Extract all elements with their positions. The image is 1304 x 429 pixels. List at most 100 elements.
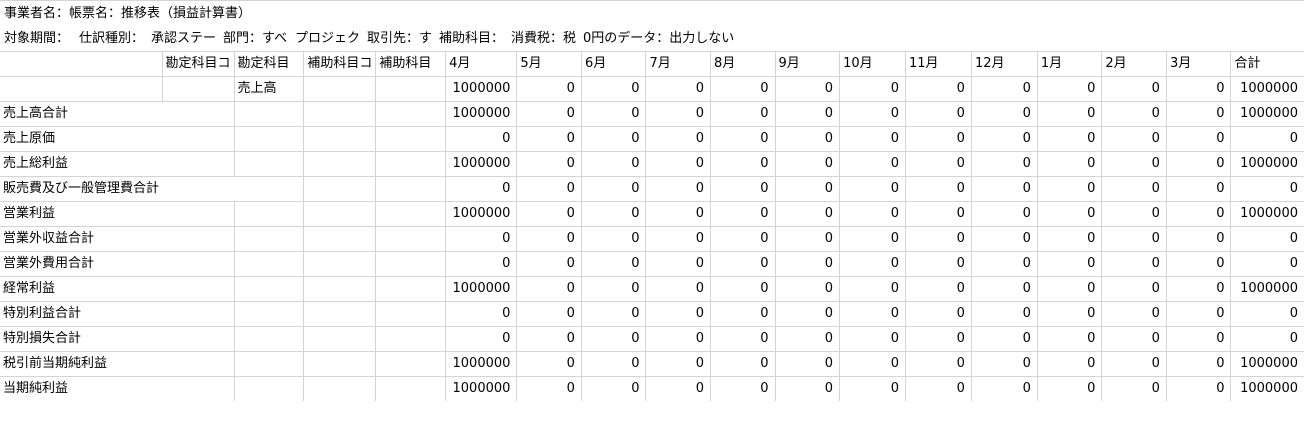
- value-cell[interactable]: 0: [1036, 201, 1102, 227]
- value-cell[interactable]: 1000000: [445, 201, 517, 227]
- row-label-cell[interactable]: 販売費及び一般管理費合計: [0, 176, 163, 202]
- sub-account-cell[interactable]: [375, 376, 446, 401]
- sub-account-cell[interactable]: [375, 101, 446, 127]
- value-cell[interactable]: 0: [905, 301, 972, 327]
- value-cell[interactable]: 0: [1101, 226, 1167, 252]
- account-name-cell[interactable]: [233, 351, 304, 377]
- value-cell[interactable]: 0: [970, 176, 1038, 202]
- value-cell[interactable]: 0: [1230, 176, 1304, 202]
- account-name-cell[interactable]: [233, 226, 304, 252]
- sub-account-cell[interactable]: [375, 351, 446, 377]
- account-name-cell[interactable]: [233, 376, 304, 401]
- value-cell[interactable]: 0: [516, 201, 582, 227]
- sub-account-cell[interactable]: [375, 251, 446, 277]
- column-header-cell[interactable]: 12月: [970, 51, 1038, 77]
- row-label-cell[interactable]: 特別損失合計: [0, 326, 163, 352]
- value-cell[interactable]: 0: [839, 326, 906, 352]
- value-cell[interactable]: 0: [970, 201, 1038, 227]
- value-cell[interactable]: 0: [839, 151, 906, 177]
- value-cell[interactable]: 0: [645, 326, 711, 352]
- value-cell[interactable]: 0: [970, 226, 1038, 252]
- sub-account-cell[interactable]: [375, 151, 446, 177]
- value-cell[interactable]: 0: [1230, 126, 1304, 152]
- row-label-cell[interactable]: 営業利益: [0, 201, 163, 227]
- account-name-cell[interactable]: [233, 201, 304, 227]
- sub-account-cell[interactable]: [375, 176, 446, 202]
- value-cell[interactable]: 0: [774, 201, 840, 227]
- value-cell[interactable]: 0: [710, 301, 776, 327]
- account-name-cell[interactable]: [233, 151, 304, 177]
- account-code-cell[interactable]: [162, 101, 235, 127]
- value-cell[interactable]: 0: [774, 376, 840, 401]
- sub-account-cell[interactable]: [375, 276, 446, 302]
- value-cell[interactable]: 0: [1101, 301, 1167, 327]
- sub-account-cell[interactable]: [375, 126, 446, 152]
- account-name-cell[interactable]: 売上高: [233, 76, 304, 102]
- value-cell[interactable]: 0: [970, 126, 1038, 152]
- value-cell[interactable]: 0: [1165, 326, 1231, 352]
- value-cell[interactable]: 0: [580, 101, 646, 127]
- filter-cell-6[interactable]: 補助科目：: [435, 26, 507, 51]
- account-code-cell[interactable]: [162, 226, 235, 252]
- value-cell[interactable]: 0: [445, 326, 517, 352]
- account-code-cell[interactable]: [162, 326, 235, 352]
- value-cell[interactable]: 0: [905, 376, 972, 401]
- sub-account-cell[interactable]: [303, 126, 376, 152]
- value-cell[interactable]: 0: [1165, 226, 1231, 252]
- column-header-cell[interactable]: 4月: [445, 51, 517, 77]
- value-cell[interactable]: 0: [1036, 276, 1102, 302]
- account-code-cell[interactable]: [162, 376, 235, 401]
- value-cell[interactable]: 0: [645, 226, 711, 252]
- value-cell[interactable]: 0: [970, 101, 1038, 127]
- value-cell[interactable]: 1000000: [1230, 376, 1304, 401]
- value-cell[interactable]: 0: [774, 226, 840, 252]
- value-cell[interactable]: 0: [970, 76, 1038, 102]
- value-cell[interactable]: 0: [1101, 251, 1167, 277]
- value-cell[interactable]: 0: [710, 101, 776, 127]
- sub-account-cell[interactable]: [303, 76, 376, 102]
- value-cell[interactable]: 0: [905, 251, 972, 277]
- value-cell[interactable]: 0: [516, 126, 582, 152]
- value-cell[interactable]: 0: [710, 76, 776, 102]
- column-header-cell[interactable]: 7月: [645, 51, 711, 77]
- value-cell[interactable]: 0: [580, 226, 646, 252]
- value-cell[interactable]: 0: [1036, 351, 1102, 377]
- value-cell[interactable]: 0: [1101, 326, 1167, 352]
- value-cell[interactable]: 0: [1036, 76, 1102, 102]
- value-cell[interactable]: 0: [1165, 376, 1231, 401]
- value-cell[interactable]: 0: [970, 376, 1038, 401]
- value-cell[interactable]: 1000000: [1230, 101, 1304, 127]
- value-cell[interactable]: 0: [516, 151, 582, 177]
- value-cell[interactable]: 0: [1165, 126, 1231, 152]
- filter-cell-2[interactable]: 承認ステー: [147, 26, 219, 51]
- value-cell[interactable]: 0: [1165, 301, 1231, 327]
- row-label-cell[interactable]: 特別利益合計: [0, 301, 163, 327]
- value-cell[interactable]: 0: [710, 376, 776, 401]
- value-cell[interactable]: 0: [774, 301, 840, 327]
- value-cell[interactable]: 0: [905, 276, 972, 302]
- account-name-cell[interactable]: [233, 251, 304, 277]
- value-cell[interactable]: 0: [970, 301, 1038, 327]
- sub-account-cell[interactable]: [303, 101, 376, 127]
- value-cell[interactable]: 0: [645, 351, 711, 377]
- value-cell[interactable]: 0: [580, 301, 646, 327]
- row-label-cell[interactable]: 売上総利益: [0, 151, 163, 177]
- value-cell[interactable]: 0: [1101, 76, 1167, 102]
- value-cell[interactable]: 1000000: [445, 101, 517, 127]
- value-cell[interactable]: 0: [1036, 326, 1102, 352]
- value-cell[interactable]: 0: [839, 201, 906, 227]
- value-cell[interactable]: 0: [1101, 351, 1167, 377]
- value-cell[interactable]: 0: [1036, 301, 1102, 327]
- row-label-cell[interactable]: 売上高合計: [0, 101, 163, 127]
- value-cell[interactable]: 0: [774, 326, 840, 352]
- sub-account-cell[interactable]: [303, 326, 376, 352]
- value-cell[interactable]: 0: [580, 76, 646, 102]
- value-cell[interactable]: 1000000: [445, 276, 517, 302]
- value-cell[interactable]: 0: [1165, 351, 1231, 377]
- value-cell[interactable]: 0: [1101, 101, 1167, 127]
- value-cell[interactable]: 0: [839, 126, 906, 152]
- value-cell[interactable]: 0: [645, 176, 711, 202]
- value-cell[interactable]: 0: [970, 276, 1038, 302]
- value-cell[interactable]: 0: [516, 276, 582, 302]
- value-cell[interactable]: 0: [710, 326, 776, 352]
